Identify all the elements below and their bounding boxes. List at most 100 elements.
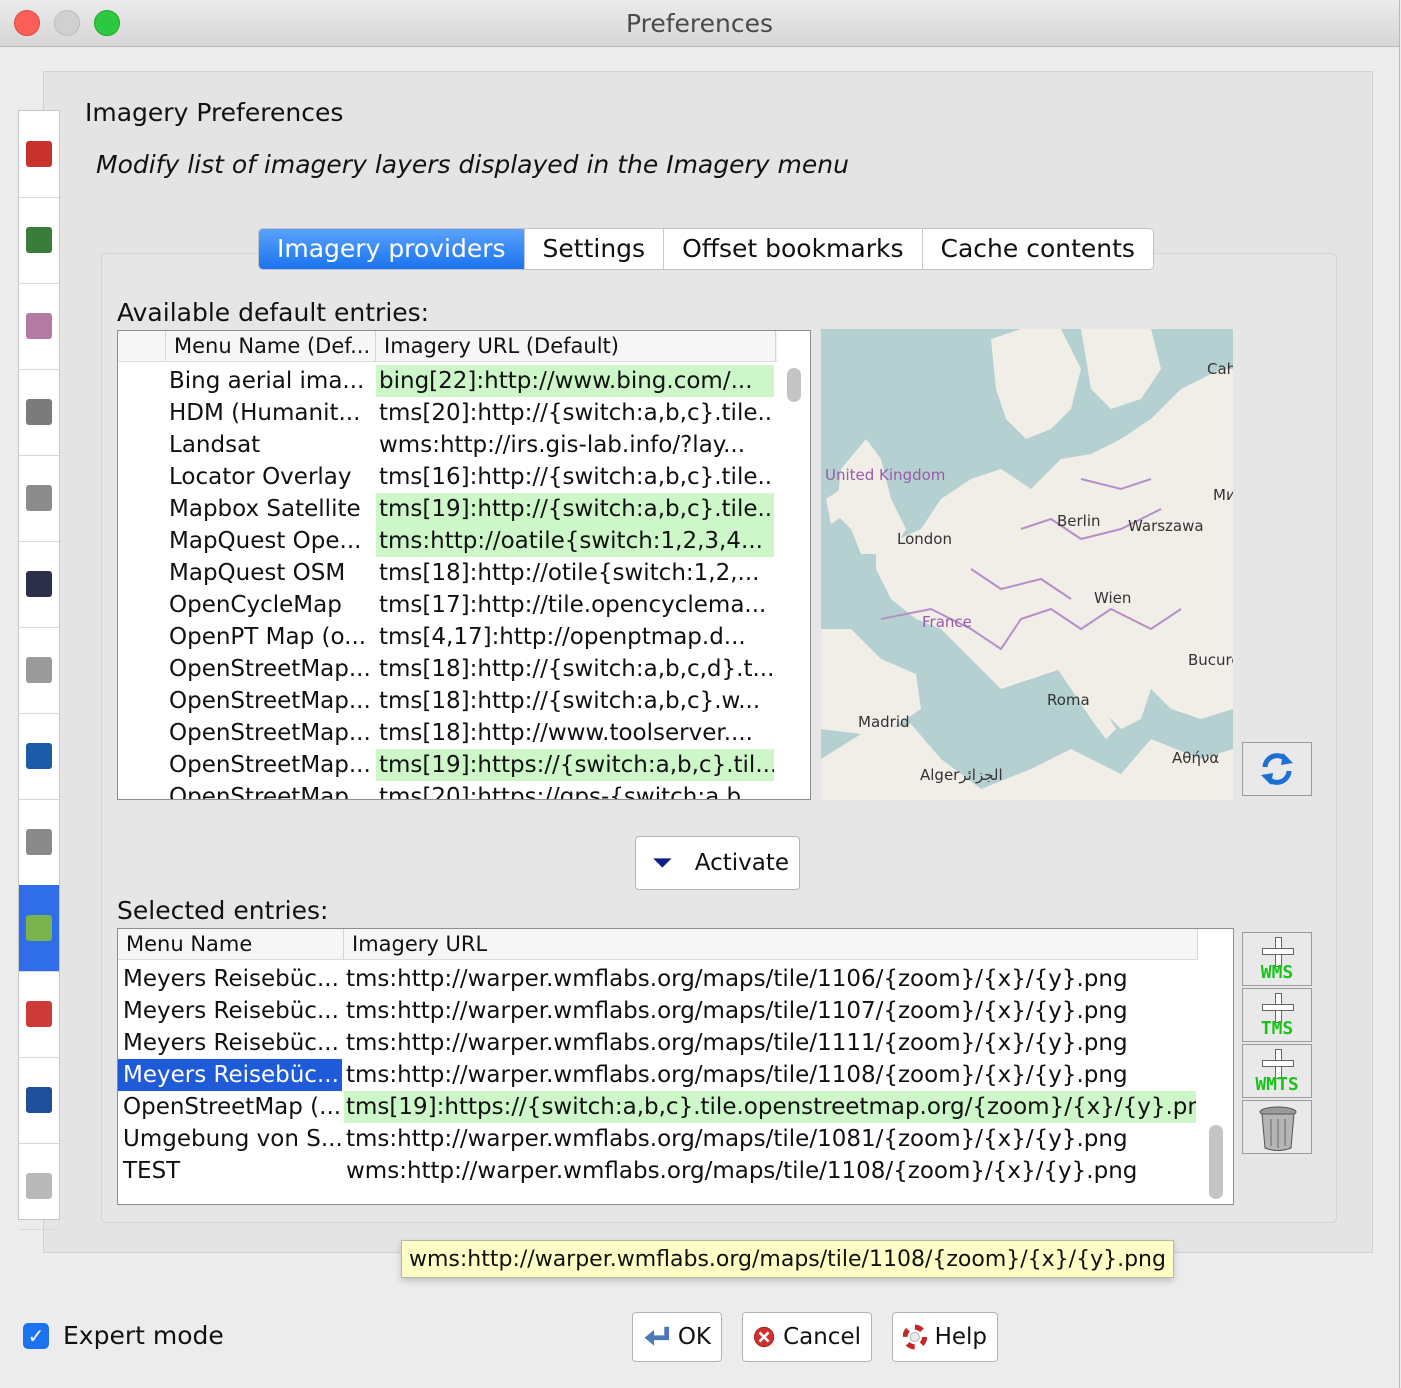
table-row[interactable]: OpenStreetMap... tms[20]:https://gps-{swi… (118, 781, 774, 799)
menu-name-cell: MapQuest OSM (169, 560, 346, 586)
map-label-cah: Cah (1207, 360, 1233, 378)
menu-name-cell: OpenPT Map (o... (169, 624, 367, 650)
cancel-button[interactable]: Cancel (742, 1312, 872, 1362)
available-entries-table[interactable]: Menu Name (Def... Imagery URL (Default) … (117, 330, 811, 800)
map-label-bucuresti: Bucure (1188, 651, 1233, 669)
help-label: Help (934, 1324, 987, 1350)
imagery-url-cell: bing[22]:http://www.bing.com/... (376, 365, 774, 397)
sidebar-item-tools[interactable] (19, 971, 59, 1058)
preferences-window: Preferences Imagery Preferences Modify l… (0, 0, 1400, 1388)
add-wmts-button[interactable]: WMTS (1242, 1044, 1312, 1098)
mouse-icon (26, 571, 52, 597)
column-menu-name-default[interactable]: Menu Name (Def... (166, 331, 376, 361)
imagery-url-cell: tms[4,17]:http://openptmap.d... (379, 624, 746, 650)
map-label-warszawa: Warszawa (1128, 517, 1204, 535)
menu-name-cell: TEST (123, 1158, 181, 1184)
column-imagery-url-default[interactable]: Imagery URL (Default) (376, 331, 776, 361)
imagery-bounds-map[interactable]: United Kingdom London Berlin Warszawa Fr… (821, 329, 1233, 800)
selected-entries-table[interactable]: Meyers Reisebüc... tms:http://warper.wmfl… (117, 928, 1234, 1205)
expert-mode-checkbox[interactable]: ✓ (23, 1323, 49, 1349)
sidebar-item-audio[interactable] (19, 799, 59, 886)
table-row[interactable]: Landsat wms:http://irs.gis-lab.info/?lay.… (118, 429, 774, 461)
add-tms-label: TMS (1260, 1018, 1294, 1039)
table-row[interactable]: Meyers Reisebüc...tms:http://warper.wmfl… (118, 963, 1196, 995)
table-row[interactable]: Bing aerial ima... bing[22]:http://www.bi… (118, 365, 774, 397)
add-wms-button[interactable]: WMS (1242, 932, 1312, 986)
sidebar-item-plugin[interactable] (19, 627, 59, 714)
map-label-athina: Αθήνα (1172, 749, 1220, 767)
table-row[interactable]: Meyers Reisebüc...tms:http://warper.wmfl… (118, 1059, 1196, 1091)
sidebar-item-arrow[interactable] (19, 713, 59, 800)
table-row[interactable]: OpenStreetMap... tms[18]:http://www.tools… (118, 717, 774, 749)
table-row[interactable]: Meyers Reisebüc...tms:http://warper.wmfl… (118, 995, 1196, 1027)
menu-name-cell: Meyers Reisebüc... (123, 998, 339, 1024)
table-row[interactable]: OpenStreetMap... tms[18]:http://{switch:a… (118, 685, 774, 717)
plugin-icon (26, 657, 52, 683)
table-row[interactable]: Umgebung von S... tms:http://warper.wmfla… (118, 1123, 1196, 1155)
map-label-mi: Ми (1213, 486, 1233, 504)
column-menu-name[interactable]: Menu Name (118, 929, 344, 959)
sidebar-item-mouse[interactable] (19, 541, 59, 628)
imagery-url-cell: tms[19]:https://{switch:a,b,c}.tile.open… (344, 1091, 1196, 1123)
panel-icon (26, 485, 52, 511)
selected-scrollbar-thumb[interactable] (1209, 1125, 1223, 1199)
globe-icon (26, 227, 52, 253)
tab-settings[interactable]: Settings (524, 229, 665, 269)
map-label-france: France (922, 613, 972, 631)
activate-button[interactable]: Activate (635, 836, 800, 890)
menu-name-cell: OpenStreetMap... (169, 752, 371, 778)
table-row[interactable]: Mapbox Satellite tms[19]:http://{switch:a… (118, 493, 774, 525)
menu-name-cell: Mapbox Satellite (169, 496, 361, 522)
refresh-button[interactable] (1242, 742, 1312, 796)
imagery-url-cell: tms:http://warper.wmflabs.org/maps/tile/… (346, 1126, 1128, 1152)
expert-mode-label: Expert mode (63, 1321, 224, 1350)
sidebar-item-map-grid[interactable] (19, 283, 59, 370)
table-row[interactable]: HDM (Humanit... tms[20]:http://{switch:a,… (118, 397, 774, 429)
help-button[interactable]: Help (892, 1312, 998, 1362)
selected-table-header: Menu Name Imagery URL (118, 929, 1198, 960)
delete-entry-button[interactable] (1242, 1100, 1312, 1154)
table-row[interactable]: MapQuest OSM tms[18]:http://otile{switch:… (118, 557, 774, 589)
add-tms-button[interactable]: TMS (1242, 988, 1312, 1042)
table-row[interactable]: MapQuest Ope... tms:http://oatile{switch:… (118, 525, 774, 557)
audio-icon (26, 829, 52, 855)
sidebar-item-panel[interactable] (19, 455, 59, 542)
table-row[interactable]: OpenStreetMap... tms[19]:https://{switch:… (118, 749, 774, 781)
cancel-label: Cancel (783, 1324, 861, 1350)
wms-tms-icon (26, 915, 52, 941)
menu-name-cell: OpenCycleMap (169, 592, 342, 618)
table-row[interactable]: OpenCycleMap tms[17]:http://tile.opencycl… (118, 589, 774, 621)
table-row[interactable]: TEST wms:http://warper.wmflabs.org/maps/t… (118, 1155, 1196, 1187)
menu-name-cell: Meyers Reisebüc... (123, 1030, 339, 1056)
map-label-alger: Algerالجزائر (920, 766, 1003, 784)
ok-button[interactable]: OK (632, 1312, 722, 1362)
sidebar-item-shortcut[interactable] (19, 1057, 59, 1144)
table-row[interactable]: OpenPT Map (o... tms[4,17]:http://openptm… (118, 621, 774, 653)
table-row[interactable]: OpenStreetMap (... tms[19]:https://{switc… (118, 1091, 1196, 1123)
trash-icon (1259, 1106, 1297, 1151)
tab-bar: Imagery providers Settings Offset bookma… (258, 228, 1154, 270)
sidebar-item-remote[interactable] (19, 1143, 59, 1230)
preferences-sidebar (18, 110, 60, 1230)
column-imagery-url[interactable]: Imagery URL (344, 929, 1198, 959)
sidebar-item-connection[interactable] (19, 369, 59, 456)
menu-name-cell: OpenStreetMap... (169, 720, 371, 746)
sidebar-item-wms-tms[interactable] (19, 885, 59, 972)
tab-cache-contents[interactable]: Cache contents (922, 229, 1153, 269)
arrow-icon (26, 743, 52, 769)
menu-name-cell: Umgebung von S... (123, 1126, 342, 1152)
table-row[interactable]: Meyers Reisebüc...tms:http://warper.wmfl… (118, 1027, 1196, 1059)
sidebar-item-globe[interactable] (19, 197, 59, 284)
imagery-url-cell: tms[18]:http://www.toolserver.... (379, 720, 753, 746)
table-row[interactable]: Locator Overlay tms[16]:http://{switch:a,… (118, 461, 774, 493)
sidebar-item-display[interactable] (19, 111, 59, 198)
add-wmts-label: WMTS (1255, 1074, 1299, 1095)
map-label-united-kingdom: United Kingdom (825, 466, 946, 484)
imagery-url-cell: wms:http://warper.wmflabs.org/maps/tile/… (346, 1158, 1138, 1184)
table-row[interactable]: OpenStreetMap... tms[18]:http://{switch:a… (118, 653, 774, 685)
tab-offset-bookmarks[interactable]: Offset bookmarks (664, 229, 923, 269)
activate-label: Activate (694, 850, 789, 876)
available-scrollbar-thumb[interactable] (787, 368, 801, 402)
display-icon (26, 141, 52, 167)
tab-imagery-providers[interactable]: Imagery providers (259, 229, 525, 269)
